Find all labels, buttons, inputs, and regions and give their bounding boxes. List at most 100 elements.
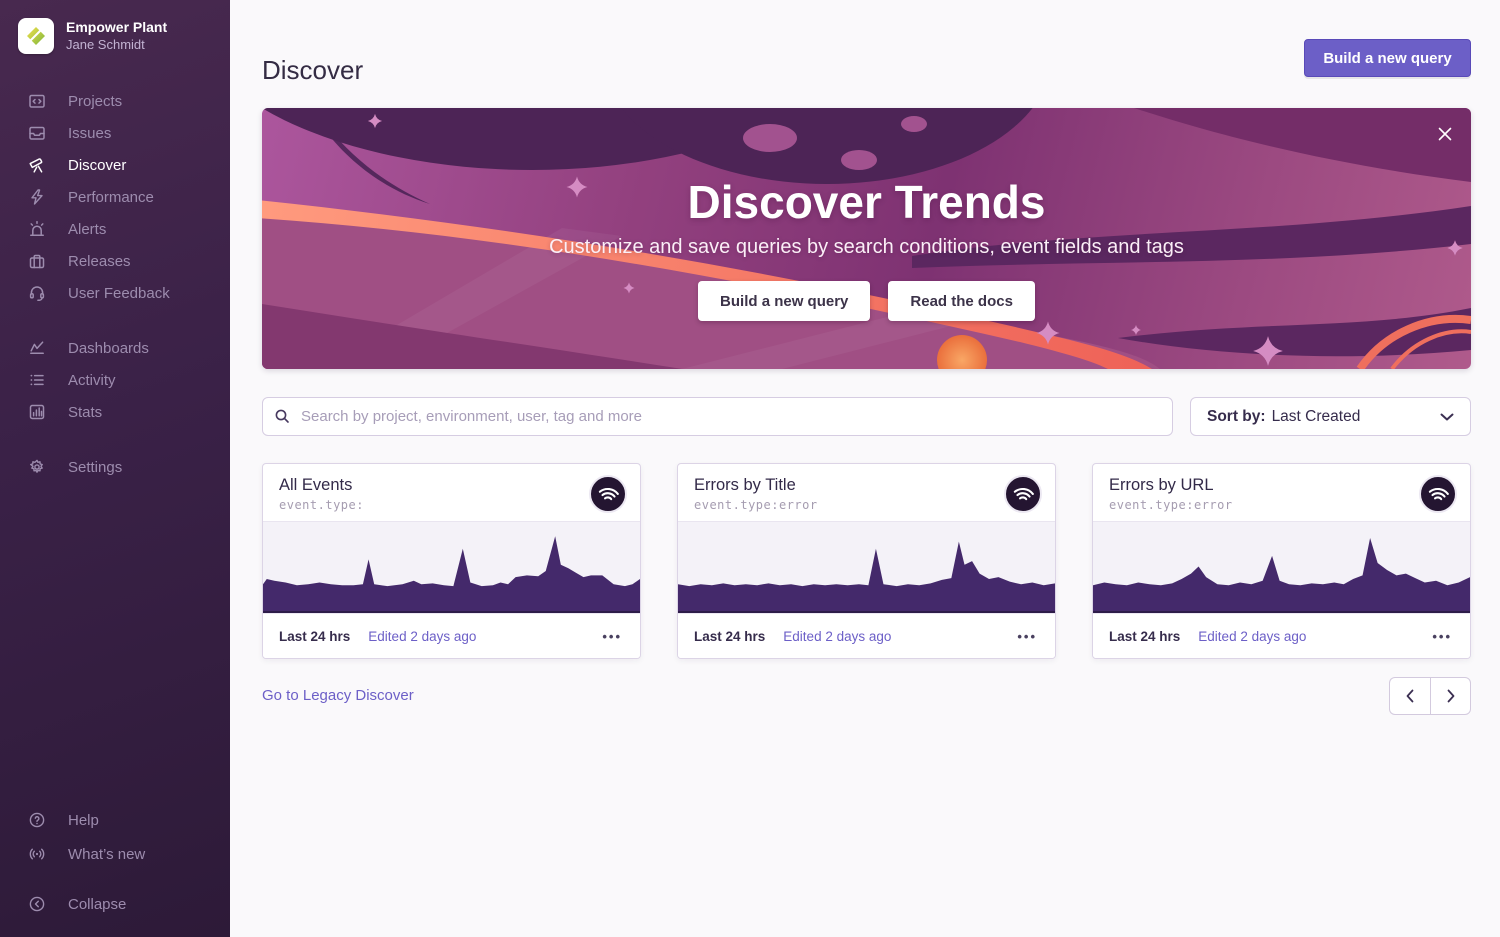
query-string: event.type: xyxy=(279,498,624,512)
chevron-right-icon xyxy=(1446,689,1456,703)
sidebar-item-label: Performance xyxy=(68,189,154,206)
sidebar-item-label: Discover xyxy=(68,157,126,174)
nav-footer: Help What’s new xyxy=(0,803,230,871)
events-sparkline-chart xyxy=(263,522,640,611)
saved-query-card[interactable]: All Events event.type: Last 24 hrs Edite… xyxy=(262,463,641,659)
project-badge xyxy=(1004,475,1042,513)
org-switcher[interactable]: Empower Plant Jane Schmidt xyxy=(18,18,167,54)
sidebar-item-releases[interactable]: Releases xyxy=(0,245,230,277)
support-icon xyxy=(28,284,46,302)
query-string: event.type:error xyxy=(1109,498,1454,512)
pagination xyxy=(1389,677,1471,715)
card-header: All Events event.type: xyxy=(263,464,640,521)
edited-label: Edited 2 days ago xyxy=(1198,629,1306,644)
line-chart-icon xyxy=(28,339,46,357)
sidebar-item-issues[interactable]: Issues xyxy=(0,117,230,149)
chevron-left-icon xyxy=(1405,689,1415,703)
sidebar-item-label: Alerts xyxy=(68,221,106,238)
sentry-logo-icon xyxy=(1421,477,1455,511)
saved-query-card[interactable]: Errors by Title event.type:error Last 24… xyxy=(677,463,1056,659)
edited-label: Edited 2 days ago xyxy=(783,629,891,644)
sidebar-item-help[interactable]: Help xyxy=(0,803,230,837)
sidebar-item-whats-new[interactable]: What’s new xyxy=(0,837,230,871)
banner-subtitle: Customize and save queries by search con… xyxy=(549,236,1184,259)
card-footer: Last 24 hrs Edited 2 days ago ••• xyxy=(1093,613,1470,658)
sort-dropdown[interactable]: Sort by: Last Created xyxy=(1190,397,1471,436)
banner-read-docs-button[interactable]: Read the docs xyxy=(888,281,1035,321)
search-input[interactable] xyxy=(262,397,1173,436)
nav-primary: Projects Issues Discover Performance Ale… xyxy=(0,85,230,309)
nav-collapse: Collapse xyxy=(0,887,230,921)
bar-chart-icon xyxy=(28,403,46,421)
broadcast-icon xyxy=(28,845,46,863)
sidebar-item-label: Dashboards xyxy=(68,340,149,357)
sidebar-item-label: What’s new xyxy=(68,846,145,863)
pagination-next-button[interactable] xyxy=(1430,677,1471,715)
sort-value: Last Created xyxy=(1272,408,1361,426)
lightning-icon xyxy=(28,188,46,206)
project-badge xyxy=(589,475,627,513)
query-string: event.type:error xyxy=(694,498,1039,512)
query-chart-area xyxy=(678,521,1055,613)
sidebar-item-label: Projects xyxy=(68,93,122,110)
sidebar-item-label: Activity xyxy=(68,372,116,389)
chevron-down-icon xyxy=(1440,413,1454,421)
projects-icon xyxy=(28,92,46,110)
saved-query-search xyxy=(262,397,1173,436)
sidebar-item-activity[interactable]: Activity xyxy=(0,364,230,396)
nav-secondary: Dashboards Activity Stats xyxy=(0,332,230,428)
card-header: Errors by URL event.type:error xyxy=(1093,464,1470,521)
list-icon xyxy=(28,371,46,389)
nav-settings: Settings xyxy=(0,451,230,483)
sidebar-item-discover[interactable]: Discover xyxy=(0,149,230,181)
sidebar-item-label: Releases xyxy=(68,253,131,270)
sidebar-item-projects[interactable]: Projects xyxy=(0,85,230,117)
gear-icon xyxy=(28,458,46,476)
time-range-label: Last 24 hrs xyxy=(694,629,765,644)
sidebar-footer: Help What’s new Collapse xyxy=(0,803,230,921)
banner-build-query-button[interactable]: Build a new query xyxy=(698,281,870,321)
close-icon xyxy=(1436,125,1454,143)
build-new-query-button[interactable]: Build a new query xyxy=(1304,39,1471,77)
edited-label: Edited 2 days ago xyxy=(368,629,476,644)
sidebar-item-alerts[interactable]: Alerts xyxy=(0,213,230,245)
sidebar-item-label: Settings xyxy=(68,459,122,476)
pagination-prev-button[interactable] xyxy=(1389,677,1430,715)
issues-icon xyxy=(28,124,46,142)
sidebar: Empower Plant Jane Schmidt Projects Issu… xyxy=(0,0,230,937)
legacy-discover-link[interactable]: Go to Legacy Discover xyxy=(262,687,414,704)
gem-icon xyxy=(25,25,47,47)
banner-actions: Build a new query Read the docs xyxy=(698,281,1035,321)
sidebar-item-stats[interactable]: Stats xyxy=(0,396,230,428)
card-context-menu-button[interactable]: ••• xyxy=(600,625,624,648)
query-title: Errors by URL xyxy=(1109,475,1454,495)
sidebar-item-user-feedback[interactable]: User Feedback xyxy=(0,277,230,309)
page-title: Discover xyxy=(262,55,363,86)
sidebar-item-label: User Feedback xyxy=(68,285,170,302)
discover-trends-banner: Discover Trends Customize and save queri… xyxy=(262,108,1471,369)
sidebar-item-label: Stats xyxy=(68,404,102,421)
help-circle-icon xyxy=(28,811,46,829)
org-user: Jane Schmidt xyxy=(66,37,167,53)
sidebar-collapse-button[interactable]: Collapse xyxy=(0,887,230,921)
events-sparkline-chart xyxy=(1093,522,1470,611)
query-title: All Events xyxy=(279,475,624,495)
sidebar-item-settings[interactable]: Settings xyxy=(0,451,230,483)
sort-label: Sort by: xyxy=(1207,408,1266,426)
sidebar-item-performance[interactable]: Performance xyxy=(0,181,230,213)
time-range-label: Last 24 hrs xyxy=(279,629,350,644)
sidebar-item-label: Issues xyxy=(68,125,111,142)
card-context-menu-button[interactable]: ••• xyxy=(1430,625,1454,648)
banner-close-button[interactable] xyxy=(1434,123,1456,145)
sidebar-item-label: Collapse xyxy=(68,896,126,913)
sidebar-item-label: Help xyxy=(68,812,99,829)
card-header: Errors by Title event.type:error xyxy=(678,464,1055,521)
card-footer: Last 24 hrs Edited 2 days ago ••• xyxy=(678,613,1055,658)
card-footer: Last 24 hrs Edited 2 days ago ••• xyxy=(263,613,640,658)
query-chart-area xyxy=(263,521,640,613)
card-context-menu-button[interactable]: ••• xyxy=(1015,625,1039,648)
banner-content: Discover Trends Customize and save queri… xyxy=(262,108,1471,369)
org-labels: Empower Plant Jane Schmidt xyxy=(66,19,167,53)
saved-query-card[interactable]: Errors by URL event.type:error Last 24 h… xyxy=(1092,463,1471,659)
sidebar-item-dashboards[interactable]: Dashboards xyxy=(0,332,230,364)
